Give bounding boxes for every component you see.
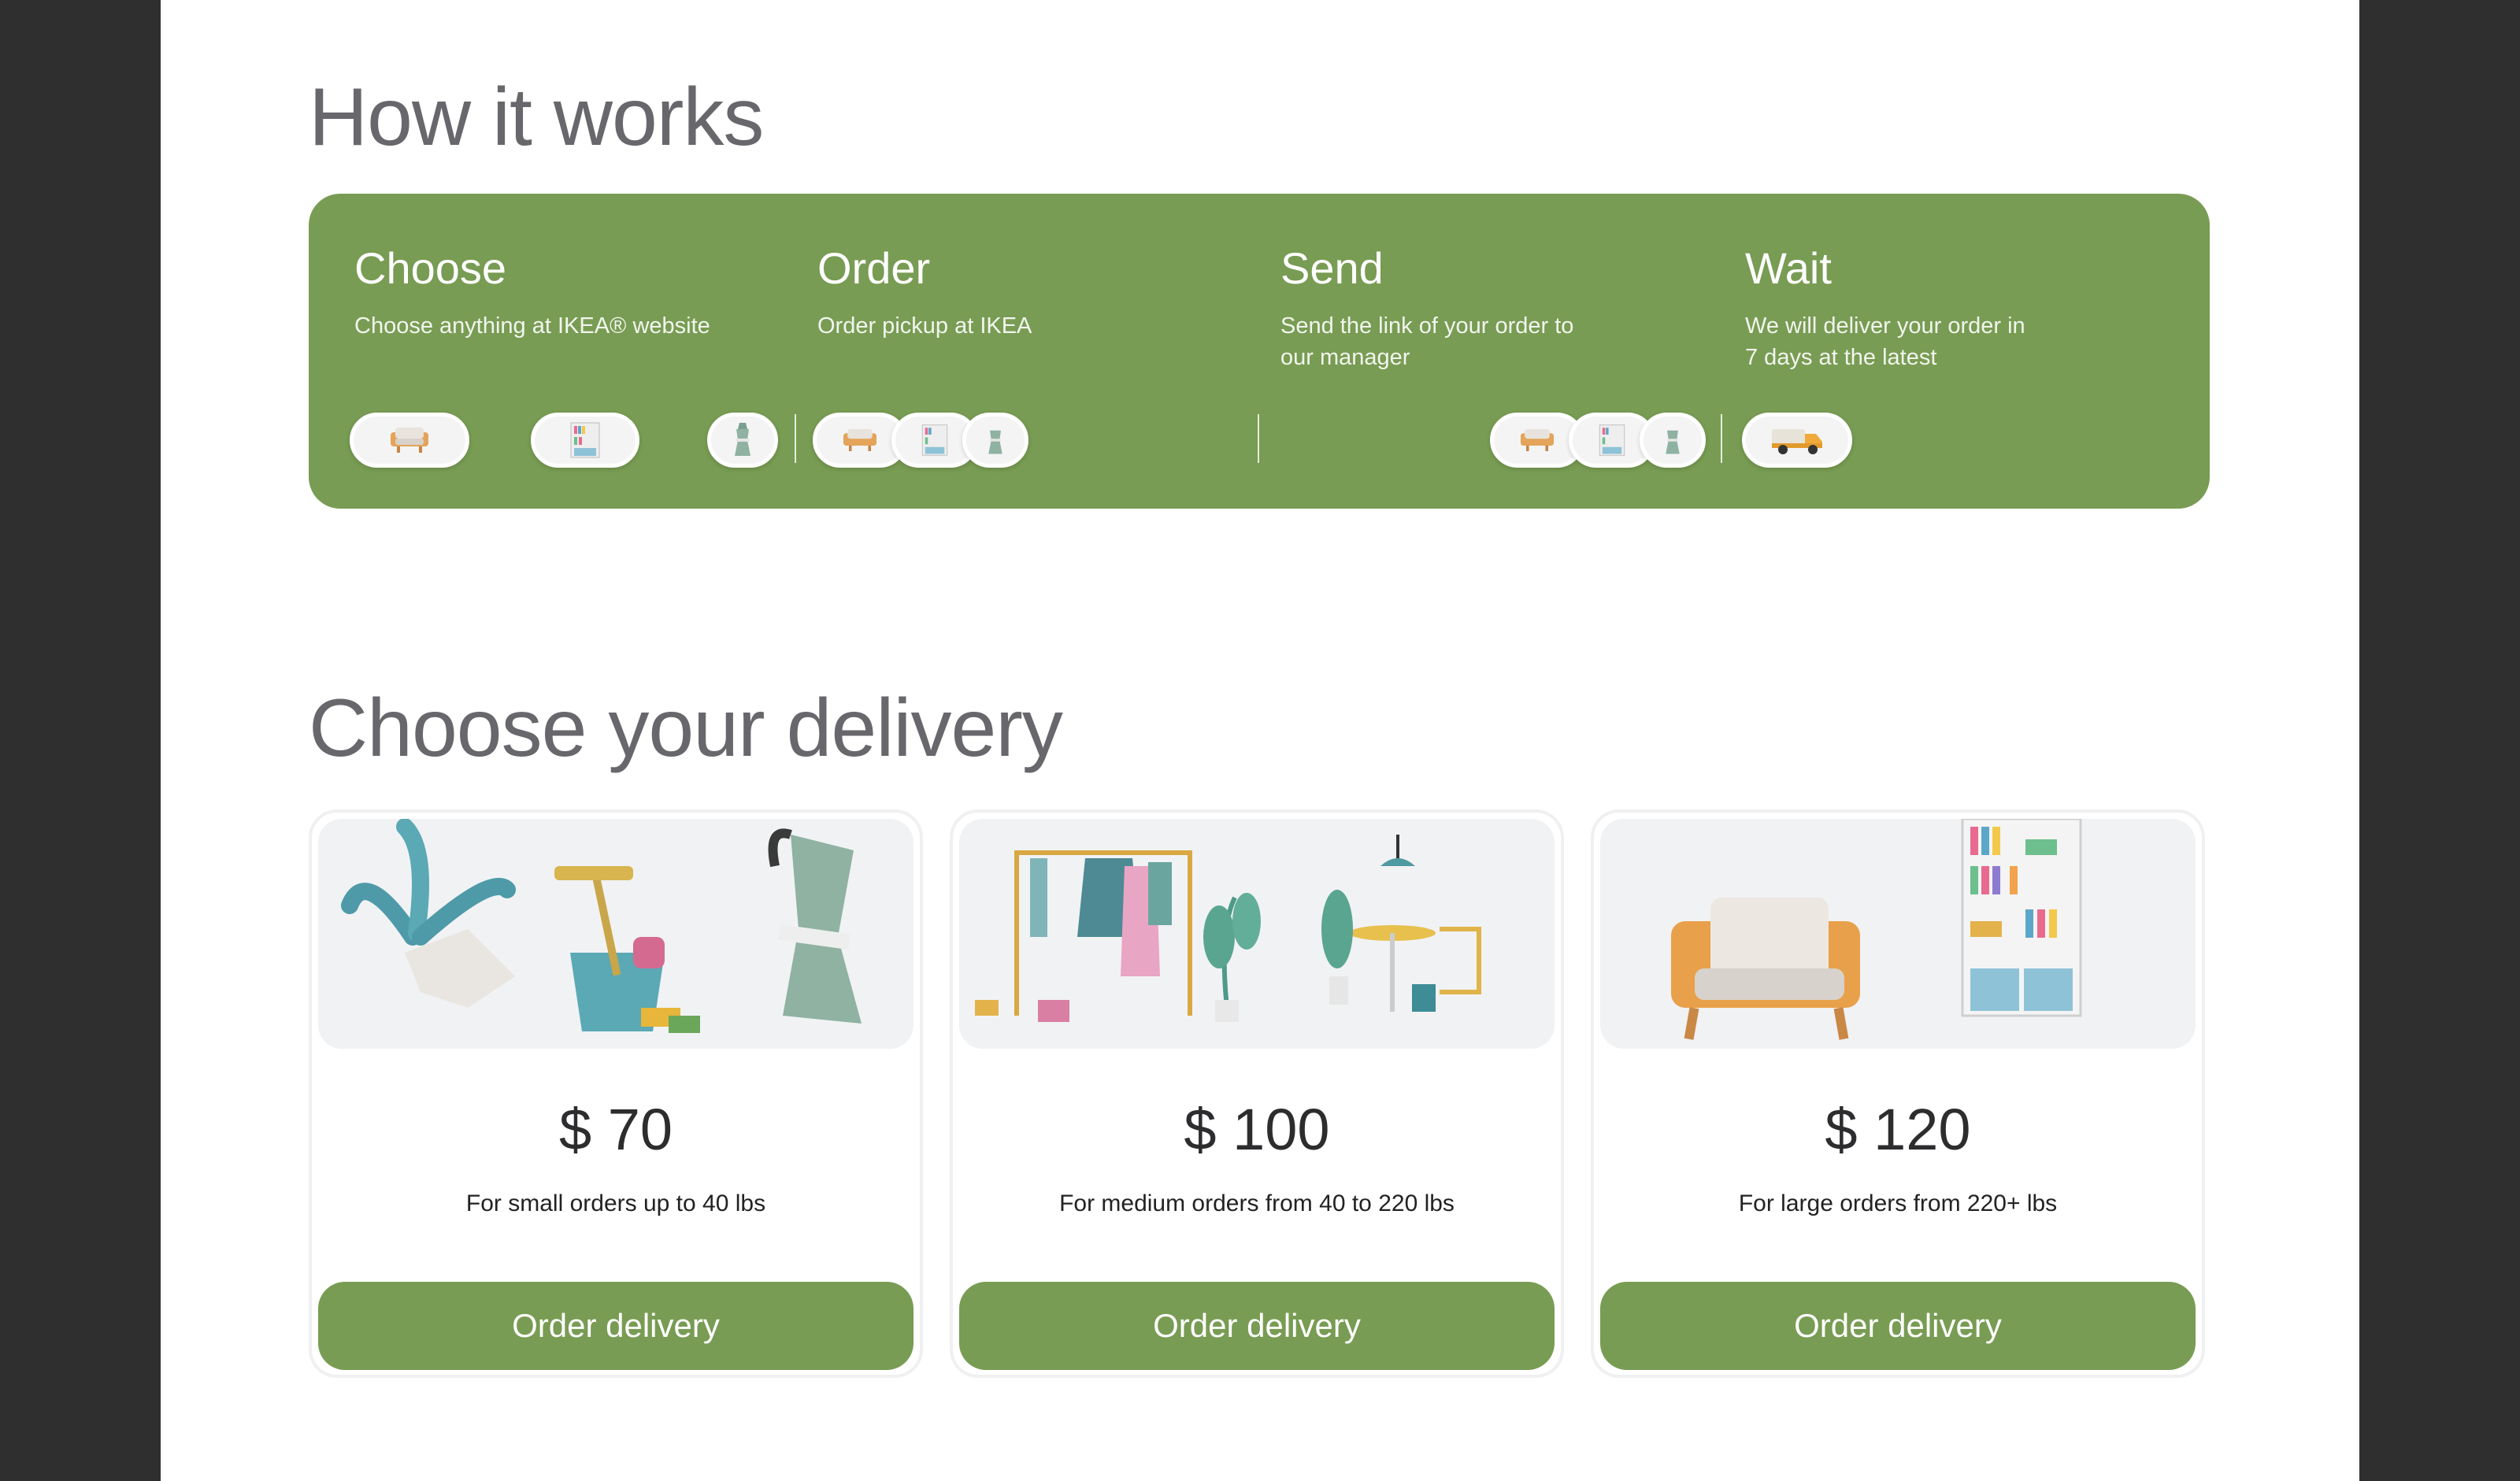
- armchair-icon: [1671, 898, 1860, 1040]
- cafe-table-icon: [1321, 835, 1481, 1012]
- step-order-description: Order pickup at IKEA: [817, 313, 1032, 339]
- bookshelf-icon: [531, 413, 639, 468]
- step-order-title: Order: [817, 243, 931, 293]
- bookshelf-icon: [1961, 819, 2082, 1017]
- delivery-card-small: $ 70 For small orders up to 40 lbs Order…: [309, 809, 923, 1378]
- step-wait-description: We will deliver your order in 7 days at …: [1745, 313, 2025, 370]
- small-items-image: [318, 819, 914, 1049]
- choose-delivery-title: Choose your delivery: [309, 683, 1063, 774]
- steps-panel: Choose Choose anything at IKEA® website …: [309, 194, 2210, 509]
- price-small: $ 70: [558, 1097, 673, 1162]
- bucket-icon: [554, 866, 700, 1033]
- step-wait-title: Wait: [1745, 243, 1832, 293]
- delivery-card-medium: $ 100 For medium orders from 40 to 220 l…: [950, 809, 1564, 1378]
- step-divider: [1721, 414, 1722, 463]
- delivery-card-large: $ 120 For large orders from 220+ lbs Ord…: [1591, 809, 2205, 1378]
- price-large: $ 120: [1825, 1097, 1971, 1162]
- step-divider: [1258, 414, 1259, 463]
- how-it-works-title: How it works: [309, 72, 764, 163]
- order-items-stack: [813, 413, 1028, 468]
- coffee-pot-icon: [707, 413, 778, 468]
- coffee-pot-icon: [962, 413, 1028, 468]
- delivery-truck-icon: [1742, 413, 1852, 468]
- step-choose-description: Choose anything at IKEA® website: [354, 313, 710, 339]
- step-send-description: Send the link of your order to our manag…: [1280, 313, 1574, 370]
- send-items-stack: [1490, 413, 1706, 468]
- price-medium: $ 100: [1184, 1097, 1330, 1162]
- plan-description-medium: For medium orders from 40 to 220 lbs: [1059, 1190, 1455, 1216]
- order-delivery-button-small[interactable]: Order delivery: [318, 1282, 914, 1370]
- coffee-pot-icon: [768, 828, 862, 1024]
- plan-description-large: For large orders from 220+ lbs: [1738, 1190, 2058, 1216]
- large-items-image: [1600, 819, 2196, 1049]
- armchair-icon: [350, 413, 469, 468]
- order-delivery-button-medium[interactable]: Order delivery: [959, 1282, 1555, 1370]
- coffee-pot-icon: [1640, 413, 1706, 468]
- step-choose-title: Choose: [354, 243, 507, 293]
- clothes-rack-icon: [975, 850, 1192, 1022]
- plant-icon: [1203, 893, 1261, 1022]
- step-divider: [795, 414, 796, 463]
- plan-description-small: For small orders up to 40 lbs: [465, 1190, 766, 1216]
- order-delivery-button-large[interactable]: Order delivery: [1600, 1282, 2196, 1370]
- page: How it works Choose Choose anything at I…: [161, 0, 2359, 1481]
- medium-items-image: [959, 819, 1555, 1049]
- plant-icon: [341, 819, 516, 1008]
- step-send-title: Send: [1280, 243, 1384, 293]
